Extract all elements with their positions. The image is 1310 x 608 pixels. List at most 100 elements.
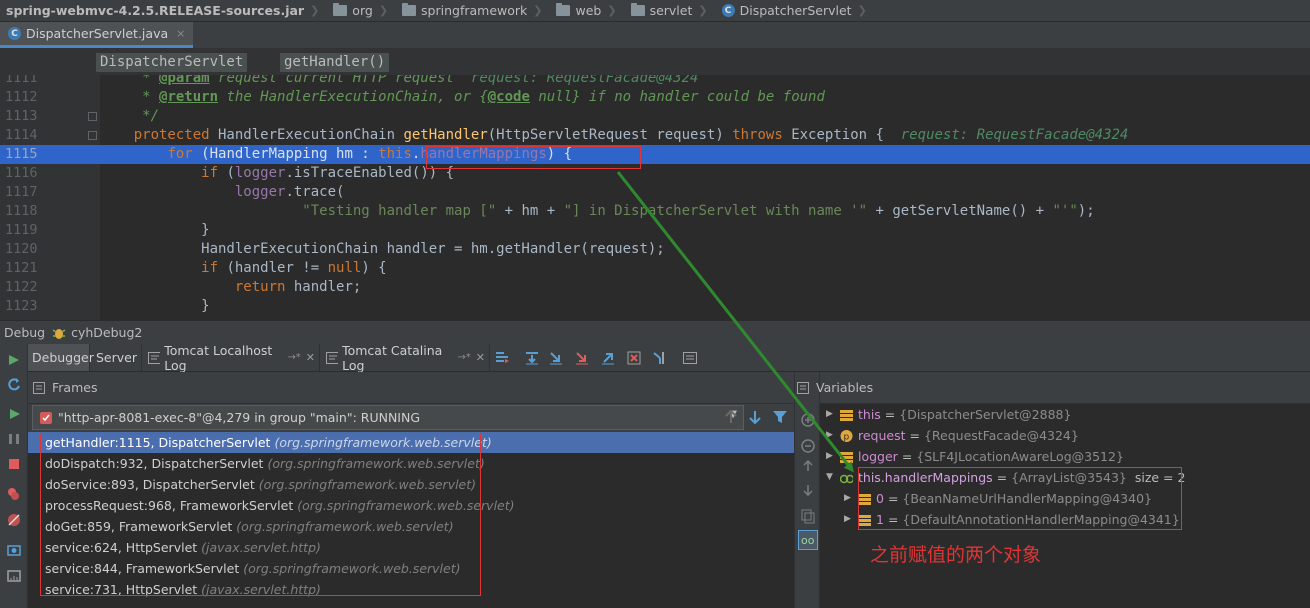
variables-icon	[797, 381, 809, 394]
evaluate-expression-icon[interactable]	[682, 350, 698, 366]
run-to-cursor-icon[interactable]	[652, 350, 668, 366]
breadcrumb-item-org[interactable]: org ❯	[327, 0, 396, 22]
breadcrumb-item-servlet[interactable]: servlet ❯	[625, 0, 716, 22]
camera-icon[interactable]	[6, 542, 22, 558]
show-execution-point-icon[interactable]	[494, 350, 510, 366]
svg-text:oo: oo	[801, 534, 815, 547]
remove-watch-icon[interactable]	[800, 438, 816, 454]
move-up-icon[interactable]	[800, 458, 816, 474]
code-line: 1116 if (logger.isTraceEnabled()) {	[0, 164, 1310, 183]
method-chip[interactable]: getHandler()	[280, 53, 390, 72]
code-text: logger.trace(	[234, 184, 345, 200]
tab-tomcat-localhost-log[interactable]: Tomcat Localhost Log →* ✕	[144, 343, 320, 373]
class-chip[interactable]: DispatcherServlet	[96, 53, 248, 72]
view-breakpoints-icon[interactable]	[6, 486, 22, 502]
breadcrumb-item-jar[interactable]: spring-webmvc-4.2.5.RELEASE-sources.jar ❯	[0, 0, 327, 22]
filter-icon[interactable]	[772, 409, 788, 425]
arrow-down-icon[interactable]	[748, 409, 762, 425]
step-into-icon[interactable]	[548, 350, 564, 366]
tab-dispatcherservlet-java[interactable]: C DispatcherServlet.java ×	[0, 22, 194, 48]
expand-arrow-icon[interactable]: ▶	[826, 404, 838, 425]
resume-icon[interactable]	[6, 406, 22, 422]
highlight-box	[858, 467, 1182, 530]
breadcrumb-item-dispatcherservlet[interactable]: C DispatcherServlet ❯	[716, 0, 875, 22]
tab-label: DispatcherServlet.java	[26, 26, 169, 41]
field-icon	[840, 451, 853, 463]
line-number: 1119	[5, 222, 38, 238]
chevron-right-icon: ❯	[378, 4, 389, 17]
fold-marker-icon[interactable]	[88, 131, 97, 140]
highlight-box	[426, 146, 641, 169]
variable-value: {RequestFacade@4324}	[923, 428, 1079, 443]
code-line: 1111 * @param request current HTTP reque…	[0, 75, 1310, 88]
breadcrumb-item-web[interactable]: web ❯	[550, 0, 624, 22]
code-line: 1113 */	[0, 107, 1310, 126]
variable-row[interactable]: ▶ p request = {RequestFacade@4324}	[826, 425, 1079, 446]
thread-selector[interactable]: "http-apr-8081-exec-8"@4,279 in group "m…	[32, 405, 744, 430]
svg-text:p: p	[844, 432, 850, 442]
arrow-up-icon[interactable]	[724, 409, 738, 425]
expand-arrow-icon[interactable]: ▶	[826, 425, 838, 446]
new-watch-icon[interactable]	[800, 412, 816, 428]
collapse-arrow-icon[interactable]: ▼	[826, 467, 838, 488]
step-out-icon[interactable]	[600, 350, 616, 366]
breadcrumb-label: springframework	[421, 3, 528, 18]
stop-icon[interactable]	[6, 456, 22, 472]
settings-icon[interactable]	[6, 568, 22, 584]
tab-tomcat-catalina-log[interactable]: Tomcat Catalina Log →* ✕	[322, 343, 490, 373]
mute-breakpoints-icon[interactable]	[6, 512, 22, 528]
frames-title: Frames	[52, 380, 98, 395]
thread-label: "http-apr-8081-exec-8"@4,279 in group "m…	[58, 410, 421, 425]
folder-icon	[630, 3, 645, 16]
breadcrumb-label: spring-webmvc-4.2.5.RELEASE-sources.jar	[6, 3, 305, 18]
variables-side-toolbar: oo	[794, 372, 820, 608]
breadcrumb-item-springframework[interactable]: springframework ❯	[396, 0, 550, 22]
copy-icon[interactable]	[800, 508, 816, 524]
variables-title: Variables	[816, 380, 874, 395]
restart-icon[interactable]	[6, 376, 22, 392]
code-text: * @param request current HTTP request re…	[142, 75, 699, 86]
rerun-icon[interactable]	[6, 352, 22, 368]
field-icon	[840, 409, 853, 421]
pause-icon[interactable]	[6, 431, 22, 447]
code-line: 1112 * @return the HandlerExecutionChain…	[0, 88, 1310, 107]
annotation-text: 之前赋值的两个对象	[870, 544, 1042, 566]
line-number: 1112	[5, 89, 38, 105]
variable-name: this	[858, 407, 881, 422]
code-text: */	[142, 108, 160, 124]
code-text: protected HandlerExecutionChain getHandl…	[133, 127, 1129, 143]
folder-icon	[333, 3, 348, 16]
debug-config-name: cyhDebug2	[71, 325, 143, 340]
class-icon: C	[721, 4, 735, 17]
chevron-right-icon: ❯	[310, 4, 320, 17]
line-number: 1115	[5, 146, 38, 162]
variable-row[interactable]: ▶ logger = {SLF4JLocationAwareLog@3512}	[826, 446, 1124, 467]
line-number: 1123	[5, 298, 38, 314]
line-number: 1117	[5, 184, 38, 200]
frames-icon	[33, 381, 45, 394]
code-text: if (logger.isTraceEnabled()) {	[201, 165, 455, 181]
expand-arrow-icon[interactable]: ▶	[844, 509, 856, 530]
close-icon[interactable]: ×	[176, 27, 185, 40]
variable-value: {DispatcherServlet@2888}	[899, 407, 1072, 422]
variable-row[interactable]: ▶ this = {DispatcherServlet@2888}	[826, 404, 1071, 425]
tab-debugger[interactable]: Debugger	[28, 344, 94, 371]
code-editor[interactable]: 1111 * @param request current HTTP reque…	[0, 75, 1310, 320]
code-line: 1122 return handler;	[0, 278, 1310, 297]
show-watches-icon[interactable]: oo	[798, 530, 818, 550]
step-over-icon[interactable]	[524, 350, 540, 366]
fold-marker-icon[interactable]	[88, 112, 97, 121]
code-text: "Testing handler map [" + hm + "] in Dis…	[302, 203, 1095, 219]
move-down-icon[interactable]	[800, 482, 816, 498]
method-breadcrumb: DispatcherServlet getHandler()	[0, 49, 1310, 75]
force-step-into-icon[interactable]	[574, 350, 590, 366]
drop-frame-icon[interactable]	[626, 350, 642, 366]
debug-bug-icon	[52, 328, 66, 339]
close-icon[interactable]: ✕	[476, 351, 485, 364]
expand-arrow-icon[interactable]: ▶	[826, 446, 838, 467]
expand-arrow-icon[interactable]: ▶	[844, 488, 856, 509]
close-icon[interactable]: ✕	[306, 351, 315, 364]
code-text: return handler;	[234, 279, 362, 295]
tab-server[interactable]: Server	[92, 344, 142, 371]
breadcrumb-label: org	[352, 3, 373, 18]
